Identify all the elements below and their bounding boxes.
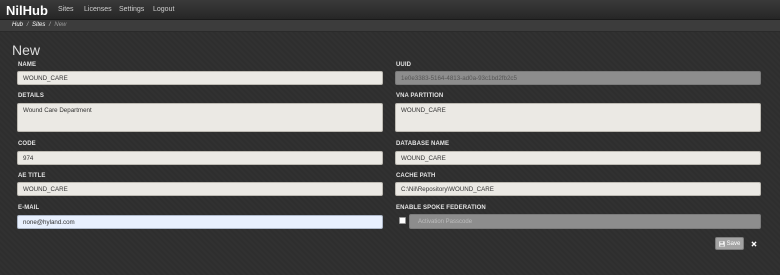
brand-logo[interactable]: NilHub [6,3,48,18]
breadcrumb-hub[interactable]: Hub [12,22,23,28]
name-input[interactable]: WOUND_CARE [17,71,383,85]
save-button[interactable]: Save [715,237,744,250]
nav-settings[interactable]: Settings [119,6,144,13]
breadcrumb-sites[interactable]: Sites [32,22,45,28]
page-title: New [12,42,41,58]
code-label: CODE [18,141,36,147]
save-button-label: Save [726,240,741,247]
breadcrumb-current: New [54,22,67,28]
cache-path-input[interactable]: C:\Nil\Repository\WOUND_CARE [395,182,761,196]
nav-licenses[interactable]: Licenses [84,6,112,13]
details-label: DETAILS [18,93,44,99]
code-input[interactable]: 974 [17,151,383,165]
spoke-federation-checkbox[interactable] [399,217,406,224]
cache-path-label: CACHE PATH [396,173,436,179]
database-name-input[interactable]: WOUND_CARE [395,151,761,165]
email-input[interactable]: none@hyland.com [17,215,383,229]
floppy-disk-icon [718,240,725,247]
nav-sites[interactable]: Sites [58,6,74,13]
vna-partition-textarea[interactable]: WOUND_CARE [395,103,761,132]
top-navbar: NilHub Sites Licenses Settings Logout [0,0,780,20]
close-button[interactable] [747,237,760,250]
uuid-label: UUID [396,62,412,68]
email-label: E-MAIL [18,205,40,211]
vna-partition-label: VNA PARTITION [396,93,444,99]
details-textarea[interactable]: Wound Care Department [17,103,383,132]
breadcrumb-separator: / [26,22,29,28]
activation-passcode-input: Activation Passcode [409,214,761,229]
ae-title-input[interactable]: WOUND_CARE [17,182,383,196]
ae-title-label: AE TITLE [18,173,46,179]
spoke-federation-label: ENABLE SPOKE FEDERATION [396,205,486,211]
database-name-label: DATABASE NAME [396,141,450,147]
breadcrumb: Hub / Sites / New [0,20,780,32]
breadcrumb-separator: / [49,22,51,28]
name-label: NAME [18,62,37,68]
nav-logout[interactable]: Logout [153,6,174,13]
uuid-input: 1e0e3383-5164-4813-ad0a-93c1bd2fb2c5 [395,71,761,85]
close-icon [750,240,757,247]
